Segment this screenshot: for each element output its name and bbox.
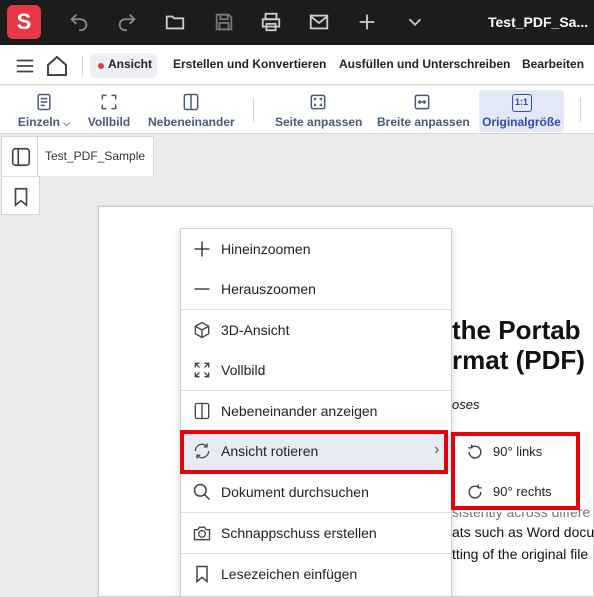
vollbild-label: Vollbild [87, 115, 131, 129]
sidebar-toggle-icon[interactable] [10, 146, 32, 168]
chevron-down-icon[interactable] [401, 8, 429, 36]
menu-item-ausfuellen[interactable]: Ausfüllen und Unterschreiben [339, 57, 510, 71]
page-body-line3: ats such as Word docu [452, 524, 594, 540]
search-icon [193, 483, 211, 501]
title-bar: S Test_PDF_Sa... [0, 0, 594, 45]
cube-icon [194, 321, 210, 339]
einzeln-label: Einzeln [17, 115, 60, 129]
menu-label: 3D-Ansicht [221, 322, 290, 338]
page-heading-line1: the Portab [452, 315, 581, 345]
bookmark-icon[interactable] [10, 186, 32, 208]
view-toolbar: Einzeln ⌵ Vollbild Nebeneinander Seite a… [0, 86, 594, 134]
chevron-down-icon: ⌵ [63, 118, 71, 128]
menu-item-ansicht[interactable]: Ansicht [108, 57, 152, 71]
menu-label: Hineinzoomen [221, 241, 311, 257]
menu-vollbild[interactable]: Vollbild [181, 350, 451, 390]
menu-nebeneinander[interactable]: Nebeneinander anzeigen [181, 391, 451, 431]
fullscreen-icon [101, 94, 117, 110]
tab-label: Test_PDF_Sample [45, 149, 146, 163]
separator [82, 55, 83, 77]
fit-page-icon [310, 94, 326, 110]
originalgroesse-button[interactable]: 1:1 Originalgröße [479, 90, 564, 132]
vollbild-button[interactable]: Vollbild [86, 90, 132, 132]
menu-schnappschuss[interactable]: Schnappschuss erstellen [181, 513, 451, 553]
open-folder-icon[interactable] [161, 8, 189, 36]
nebeneinander-label: Nebeneinander [148, 115, 235, 129]
separator [2, 176, 39, 177]
menu-label: Schnappschuss erstellen [221, 525, 377, 541]
page-heading-line2: rmat (PDF) [452, 345, 585, 375]
page-italic: oses [452, 397, 480, 412]
separator [580, 98, 581, 122]
menu-label: Herauszoomen [221, 281, 316, 297]
menu-label: Lesezeichen einfügen [221, 566, 358, 582]
menu-3d-ansicht[interactable]: 3D-Ansicht [181, 310, 451, 350]
separator [253, 98, 254, 122]
context-menu: Hineinzoomen Herauszoomen 3D-Ansicht Vol… [180, 228, 452, 597]
side-by-side-icon [194, 402, 210, 420]
zoom-in-plus-icon [194, 241, 210, 257]
home-icon[interactable] [45, 54, 69, 78]
page-body-line4: tting of the original file [452, 546, 589, 562]
mail-icon[interactable] [305, 8, 333, 36]
menu-label: Vollbild [221, 362, 266, 378]
fullscreen-icon [194, 362, 210, 378]
plus-icon[interactable] [353, 8, 381, 36]
fit-width-icon [414, 94, 430, 110]
side-by-side-icon [183, 93, 199, 111]
single-page-icon [37, 93, 51, 111]
original-size-icon: 1:1 [511, 94, 532, 112]
nebeneinander-button[interactable]: Nebeneinander [148, 90, 235, 132]
tab-document[interactable]: Test_PDF_Sample [37, 136, 154, 176]
camera-icon [193, 526, 211, 541]
hamburger-menu-icon[interactable] [14, 55, 36, 77]
menu-herauszoomen[interactable]: Herauszoomen [181, 269, 451, 309]
seite-anpassen-label: Seite anpassen [275, 115, 363, 129]
menu-lesezeichen[interactable]: Lesezeichen einfügen [181, 554, 451, 594]
app-logo[interactable]: S [7, 5, 41, 39]
menu-label: Nebeneinander anzeigen [221, 403, 378, 419]
side-panel [1, 136, 40, 215]
menu-item-erstellen[interactable]: Erstellen und Konvertieren [173, 57, 326, 71]
menu-dokument-durchsuchen[interactable]: Dokument durchsuchen [181, 472, 451, 512]
breite-anpassen-button[interactable]: Breite anpassen [377, 90, 470, 132]
highlight-box-submenu [451, 432, 580, 510]
menu-hineinzoomen[interactable]: Hineinzoomen [181, 229, 451, 269]
save-icon[interactable] [210, 8, 238, 36]
originalgroesse-label: Originalgröße [482, 115, 561, 129]
seite-anpassen-button[interactable]: Seite anpassen [275, 90, 363, 132]
active-dot-icon [98, 63, 104, 69]
highlight-box-rotate [180, 430, 448, 474]
undo-icon[interactable] [65, 8, 93, 36]
print-icon[interactable] [257, 8, 285, 36]
breite-anpassen-label: Breite anpassen [377, 115, 470, 129]
menu-label: Dokument durchsuchen [221, 484, 369, 500]
zoom-out-minus-icon [194, 288, 210, 290]
menu-item-bearbeiten[interactable]: Bearbeiten [522, 57, 584, 71]
redo-icon[interactable] [113, 8, 141, 36]
document-title: Test_PDF_Sa... [488, 14, 589, 30]
einzeln-button[interactable]: Einzeln ⌵ [14, 90, 74, 132]
menu-bar: Ansicht Erstellen und Konvertieren Ausfü… [0, 45, 594, 85]
bookmark-icon [196, 565, 208, 584]
